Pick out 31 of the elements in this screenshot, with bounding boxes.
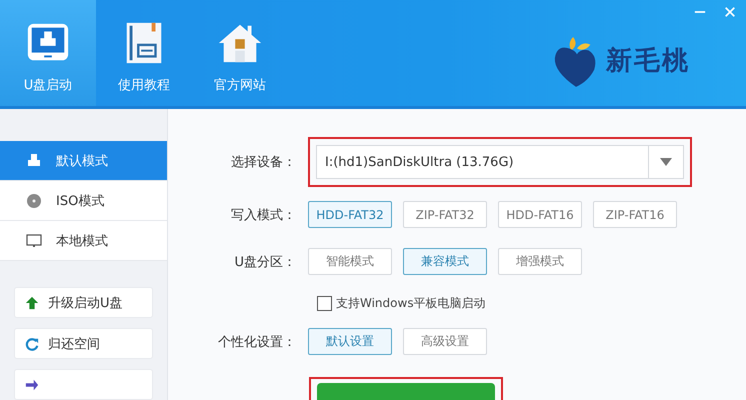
nav-tab[interactable]: 使用教程: [96, 0, 192, 106]
disc-icon: [26, 192, 42, 208]
brand-name: 新毛桃: [606, 44, 690, 78]
monitor-icon: [26, 232, 42, 248]
option-button[interactable]: 高级设置: [403, 328, 487, 355]
usb-drive-icon: [26, 152, 42, 168]
option-button[interactable]: HDD-FAT32: [308, 201, 392, 228]
caret-icon: [660, 158, 672, 166]
right-arrow-icon: [25, 378, 39, 392]
option-button[interactable]: ZIP-FAT16: [593, 201, 677, 228]
field-label: 写入模式：: [230, 206, 297, 224]
field-label: 选择设备：: [230, 154, 297, 171]
option-button[interactable]: HDD-FAT16: [498, 201, 582, 228]
up-arrow-icon: [25, 296, 39, 310]
option-button[interactable]: 智能模式: [308, 248, 392, 275]
checkbox-option[interactable]: 支持Windows平板电脑启动: [317, 295, 486, 312]
mode-item[interactable]: 默认模式: [0, 141, 167, 181]
device-dropdown[interactable]: I:(hd1)SanDiskUltra (13.76G): [316, 145, 684, 179]
tool-button[interactable]: 升级启动U盘: [14, 287, 153, 318]
nav-tab[interactable]: U盘启动: [0, 0, 96, 106]
option-button[interactable]: 默认设置: [308, 328, 392, 355]
close-icon[interactable]: [724, 6, 736, 18]
option-button[interactable]: ZIP-FAT32: [403, 201, 487, 228]
option-button[interactable]: 兼容模式: [403, 248, 487, 275]
option-button[interactable]: 增强模式: [498, 248, 582, 275]
field-label: 个性化设置：: [217, 334, 297, 350]
tool-button[interactable]: 归还空间: [14, 328, 153, 359]
checkbox[interactable]: [317, 296, 332, 311]
nav-tab[interactable]: 官方网站: [192, 0, 288, 106]
field-label: U盘分区：: [233, 254, 297, 270]
refresh-icon: [25, 336, 39, 350]
